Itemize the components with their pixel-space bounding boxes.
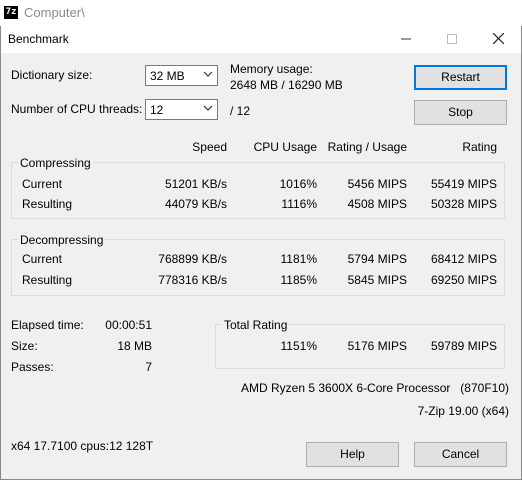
memory-usage-value: 2648 MB / 16290 MB bbox=[230, 78, 343, 92]
decompressing-current-cpu: 1181% bbox=[280, 252, 317, 266]
decompressing-current-rating: 68412 MIPS bbox=[430, 252, 497, 266]
compressing-resulting-rating-usage: 4508 MIPS bbox=[347, 197, 407, 211]
cpu-threads-select[interactable]: 12 bbox=[145, 99, 218, 120]
arch-info: x64 17.7100 cpus:12 128T bbox=[11, 439, 154, 453]
chevron-down-icon bbox=[203, 105, 213, 111]
decompressing-current-label: Current bbox=[22, 252, 63, 266]
passes-label: Passes: bbox=[11, 360, 54, 374]
compressing-resulting-cpu: 1116% bbox=[281, 197, 317, 211]
compressing-current-rating: 55419 MIPS bbox=[430, 177, 497, 191]
column-cpu-usage: CPU Usage bbox=[253, 140, 317, 154]
passes-value: 7 bbox=[145, 360, 152, 374]
close-icon bbox=[492, 32, 504, 45]
chevron-down-icon bbox=[203, 71, 213, 77]
cpu-threads-total: / 12 bbox=[230, 104, 251, 118]
size-value: 18 MB bbox=[117, 339, 152, 353]
maximize-icon bbox=[447, 34, 457, 44]
compressing-current-label: Current bbox=[22, 177, 63, 191]
7zip-app-icon: 7z bbox=[4, 6, 18, 19]
total-rating-value: 59789 MIPS bbox=[430, 339, 497, 353]
restart-button[interactable]: Restart bbox=[414, 65, 507, 90]
cancel-button[interactable]: Cancel bbox=[414, 442, 507, 467]
maximize-button[interactable] bbox=[429, 26, 475, 53]
total-rating-usage: 5176 MIPS bbox=[347, 339, 407, 353]
help-button[interactable]: Help bbox=[306, 442, 399, 467]
elapsed-time-value: 00:00:51 bbox=[105, 318, 152, 332]
close-button[interactable] bbox=[475, 26, 521, 53]
dialog-title: Benchmark bbox=[8, 32, 69, 46]
decompressing-resulting-cpu: 1185% bbox=[280, 273, 317, 287]
elapsed-time-label: Elapsed time: bbox=[11, 318, 84, 332]
dictionary-size-value: 32 MB bbox=[150, 69, 185, 83]
benchmark-dialog: Benchmark Dictionary size: 32 MB Number … bbox=[0, 26, 522, 480]
version-info: 7-Zip 19.00 (x64) bbox=[417, 404, 509, 418]
column-rating: Rating bbox=[462, 140, 497, 154]
decompressing-resulting-label: Resulting bbox=[22, 273, 73, 287]
column-speed: Speed bbox=[192, 140, 227, 154]
cpu-threads-value: 12 bbox=[150, 103, 164, 117]
cpu-threads-label: Number of CPU threads: bbox=[11, 102, 143, 116]
decompressing-group bbox=[11, 239, 505, 296]
total-rating-cpu: 1151% bbox=[280, 339, 317, 353]
size-label: Size: bbox=[11, 339, 38, 353]
total-rating-label: Total Rating bbox=[222, 318, 290, 332]
minimize-icon bbox=[401, 38, 411, 40]
stop-button[interactable]: Stop bbox=[414, 100, 507, 125]
dictionary-size-select[interactable]: 32 MB bbox=[145, 65, 218, 86]
compressing-current-speed: 51201 KB/s bbox=[164, 177, 227, 191]
minimize-button[interactable] bbox=[383, 26, 429, 53]
dictionary-size-label: Dictionary size: bbox=[11, 68, 93, 82]
column-rating-usage: Rating / Usage bbox=[327, 140, 407, 154]
background-window-titlebar: 7z Computer\ bbox=[0, 0, 522, 26]
cpu-name: AMD Ryzen 5 3600X 6-Core Processor bbox=[241, 381, 451, 395]
dialog-titlebar: Benchmark bbox=[1, 26, 521, 53]
background-window-title: Computer\ bbox=[24, 5, 85, 20]
compressing-resulting-label: Resulting bbox=[22, 197, 73, 211]
decompressing-group-label: Decompressing bbox=[18, 233, 106, 247]
cpu-id: (870F10) bbox=[460, 381, 509, 395]
decompressing-resulting-rating-usage: 5845 MIPS bbox=[347, 273, 407, 287]
decompressing-resulting-speed: 778316 KB/s bbox=[158, 273, 227, 287]
decompressing-current-speed: 768899 KB/s bbox=[158, 252, 227, 266]
compressing-group-label: Compressing bbox=[18, 156, 93, 170]
memory-usage-label: Memory usage: bbox=[230, 62, 313, 76]
compressing-current-cpu: 1016% bbox=[279, 177, 317, 191]
decompressing-current-rating-usage: 5794 MIPS bbox=[347, 252, 407, 266]
compressing-resulting-rating: 50328 MIPS bbox=[430, 197, 497, 211]
decompressing-resulting-rating: 69250 MIPS bbox=[430, 273, 497, 287]
compressing-current-rating-usage: 5456 MIPS bbox=[347, 177, 407, 191]
compressing-resulting-speed: 44079 KB/s bbox=[164, 197, 227, 211]
